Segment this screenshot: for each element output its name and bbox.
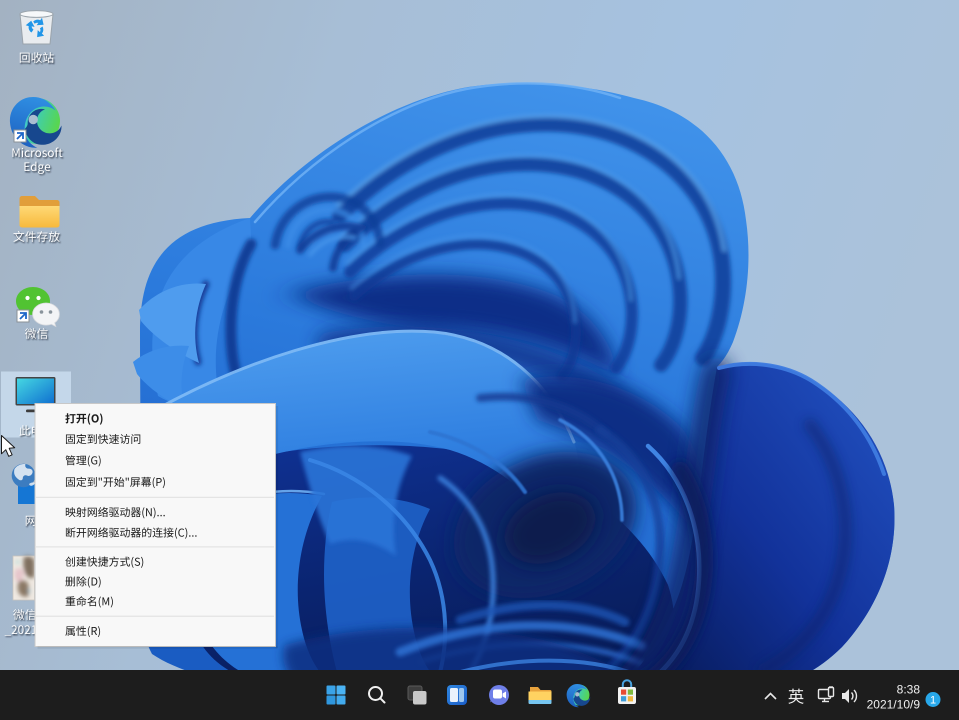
svg-text:2021/10/9: 2021/10/9 [867, 698, 921, 712]
svg-text:1: 1 [930, 695, 936, 707]
svg-text:8:38: 8:38 [897, 683, 921, 697]
